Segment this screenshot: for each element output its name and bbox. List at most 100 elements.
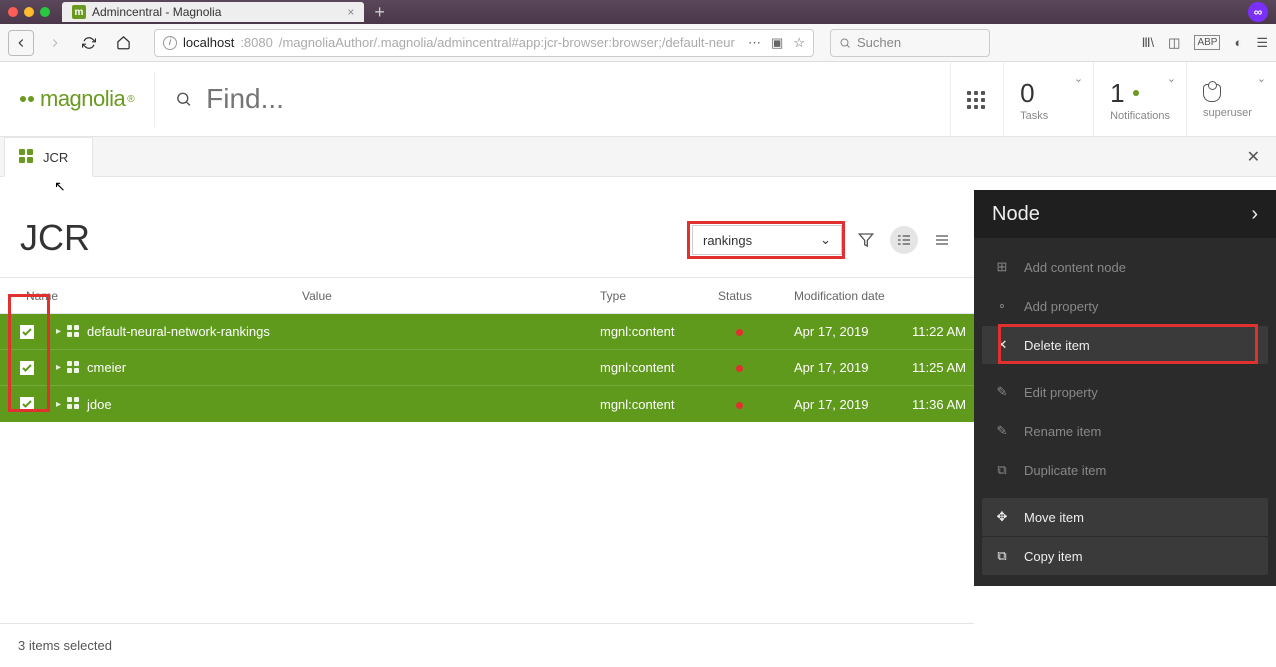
table-header: Name Value Type Status Modification date: [0, 278, 974, 314]
row-date: Apr 17, 2019: [788, 360, 906, 375]
extension-badge-icon[interactable]: ∞: [1248, 2, 1268, 22]
browser-tab[interactable]: m Admincentral - Magnolia ×: [62, 2, 364, 22]
row-time: 11:25 AM: [906, 360, 970, 375]
apps-grid-icon: [967, 91, 987, 111]
table-row[interactable]: ▸ default-neural-network-rankings mgnl:c…: [0, 314, 974, 350]
library-icon[interactable]: Ⅲ\: [1142, 35, 1155, 51]
notifications-label: Notifications: [1110, 110, 1170, 122]
filter-button[interactable]: [852, 226, 880, 254]
addon-icon[interactable]: ◐: [1234, 35, 1242, 50]
tree-view-button[interactable]: [890, 226, 918, 254]
col-value: Value: [296, 289, 594, 303]
notifications-count: 1: [1110, 80, 1124, 106]
new-tab-button[interactable]: +: [374, 2, 385, 23]
browser-search[interactable]: Suchen: [830, 29, 990, 57]
app-tabrow: JCR ✕: [0, 137, 1276, 177]
search-placeholder: Suchen: [857, 35, 901, 50]
panel-header[interactable]: Node ›: [974, 190, 1276, 238]
home-button[interactable]: [110, 30, 136, 56]
node-icon: [67, 361, 81, 375]
action-label: Add property: [1024, 299, 1098, 314]
action-label: Delete item: [1024, 338, 1090, 353]
row-checkbox[interactable]: [20, 361, 34, 375]
action-panel-wrap: Node › ⊞ Add content node ∘ Add property…: [974, 190, 1276, 667]
site-info-icon[interactable]: i: [163, 36, 177, 50]
row-name: cmeier: [87, 360, 126, 375]
row-checkbox[interactable]: [20, 397, 34, 411]
row-date: Apr 17, 2019: [788, 324, 906, 339]
action-add-property: ∘ Add property: [982, 287, 1268, 325]
tasks-label: Tasks: [1020, 110, 1077, 122]
move-icon: ✥: [994, 509, 1010, 525]
action-rename: ✎ Rename item: [982, 412, 1268, 450]
apps-launcher[interactable]: [950, 62, 1003, 136]
add-property-icon: ∘: [994, 298, 1010, 314]
forward-button: [42, 30, 68, 56]
table-row[interactable]: ▸ cmeier mgnl:content Apr 17, 2019 11:25…: [0, 350, 974, 386]
notifications-cell[interactable]: ⌄ 1 Notifications: [1093, 62, 1186, 136]
unread-dot-icon: [1133, 90, 1139, 96]
bookmark-icon[interactable]: ☆: [793, 35, 805, 51]
action-label: Add content node: [1024, 260, 1126, 275]
node-icon: [67, 397, 81, 411]
action-label: Copy item: [1024, 549, 1083, 564]
close-window-icon[interactable]: [8, 7, 18, 17]
search-icon: [175, 90, 192, 108]
duplicate-icon: ⧉: [994, 462, 1010, 478]
expand-icon[interactable]: ▸: [56, 326, 61, 337]
row-checkbox[interactable]: [20, 325, 34, 339]
abp-icon[interactable]: ABP: [1194, 35, 1220, 50]
find-input[interactable]: [206, 83, 734, 115]
find-bar[interactable]: [154, 72, 754, 127]
row-type: mgnl:content: [594, 324, 712, 339]
app-header: magnolia® ⌄ 0 Tasks ⌄ 1 Notifications ⌄ …: [0, 62, 1276, 137]
close-tab-icon[interactable]: ×: [347, 5, 354, 19]
chevron-down-icon: ⌄: [1074, 72, 1083, 85]
page-actions-icon[interactable]: ⋯: [748, 35, 761, 51]
url-bar[interactable]: i localhost:8080/magnoliaAuthor/.magnoli…: [154, 29, 814, 57]
tasks-cell[interactable]: ⌄ 0 Tasks: [1003, 62, 1093, 136]
panel-body: ⊞ Add content node ∘ Add property ✕ Dele…: [974, 238, 1276, 586]
reader-icon[interactable]: ▣: [771, 35, 783, 51]
action-add-node: ⊞ Add content node: [982, 248, 1268, 286]
table-row[interactable]: ▸ jdoe mgnl:content Apr 17, 2019 11:36 A…: [0, 386, 974, 422]
tab-label: JCR: [43, 150, 68, 165]
expand-icon[interactable]: ▸: [56, 399, 61, 410]
workspace-value: rankings: [703, 233, 752, 248]
col-status: Status: [712, 289, 788, 303]
chevron-down-icon: ⌄: [1257, 72, 1266, 85]
logo[interactable]: magnolia®: [0, 86, 154, 112]
list-view-button[interactable]: [928, 226, 956, 254]
add-node-icon: ⊞: [994, 259, 1010, 275]
panel-title: Node: [992, 203, 1040, 226]
action-copy[interactable]: ⧉ Copy item: [982, 537, 1268, 575]
minimize-window-icon[interactable]: [24, 7, 34, 17]
sidebar-icon[interactable]: ◫: [1168, 35, 1180, 51]
tab-title: Admincentral - Magnolia: [92, 5, 221, 19]
chevron-right-icon[interactable]: ›: [1251, 203, 1258, 226]
jcr-table: Name Value Type Status Modification date…: [0, 277, 974, 422]
action-move[interactable]: ✥ Move item: [982, 498, 1268, 536]
close-app-icon[interactable]: ✕: [1247, 147, 1260, 167]
action-label: Move item: [1024, 510, 1084, 525]
tasks-count: 0: [1020, 80, 1077, 106]
jcr-tab-icon: [19, 149, 35, 165]
menu-icon[interactable]: ☰: [1256, 35, 1268, 51]
row-type: mgnl:content: [594, 360, 712, 375]
reload-button[interactable]: [76, 30, 102, 56]
maximize-window-icon[interactable]: [40, 7, 50, 17]
chevron-down-icon: ⌄: [1167, 72, 1176, 85]
row-name: jdoe: [87, 397, 112, 412]
user-cell[interactable]: ⌄ superuser: [1186, 62, 1276, 136]
expand-icon[interactable]: ▸: [56, 362, 61, 373]
rename-icon: ✎: [994, 423, 1010, 439]
header-right: ⌄ 0 Tasks ⌄ 1 Notifications ⌄ superuser: [950, 62, 1276, 136]
action-edit-property: ✎ Edit property: [982, 373, 1268, 411]
user-label: superuser: [1203, 107, 1260, 119]
workspace-select[interactable]: rankings ⌄: [692, 225, 842, 255]
url-actions: ⋯ ▣ ☆: [748, 35, 805, 51]
action-delete[interactable]: ✕ Delete item: [982, 326, 1268, 364]
tab-jcr[interactable]: JCR: [4, 137, 93, 177]
window-controls[interactable]: [8, 7, 50, 17]
back-button[interactable]: [8, 30, 34, 56]
